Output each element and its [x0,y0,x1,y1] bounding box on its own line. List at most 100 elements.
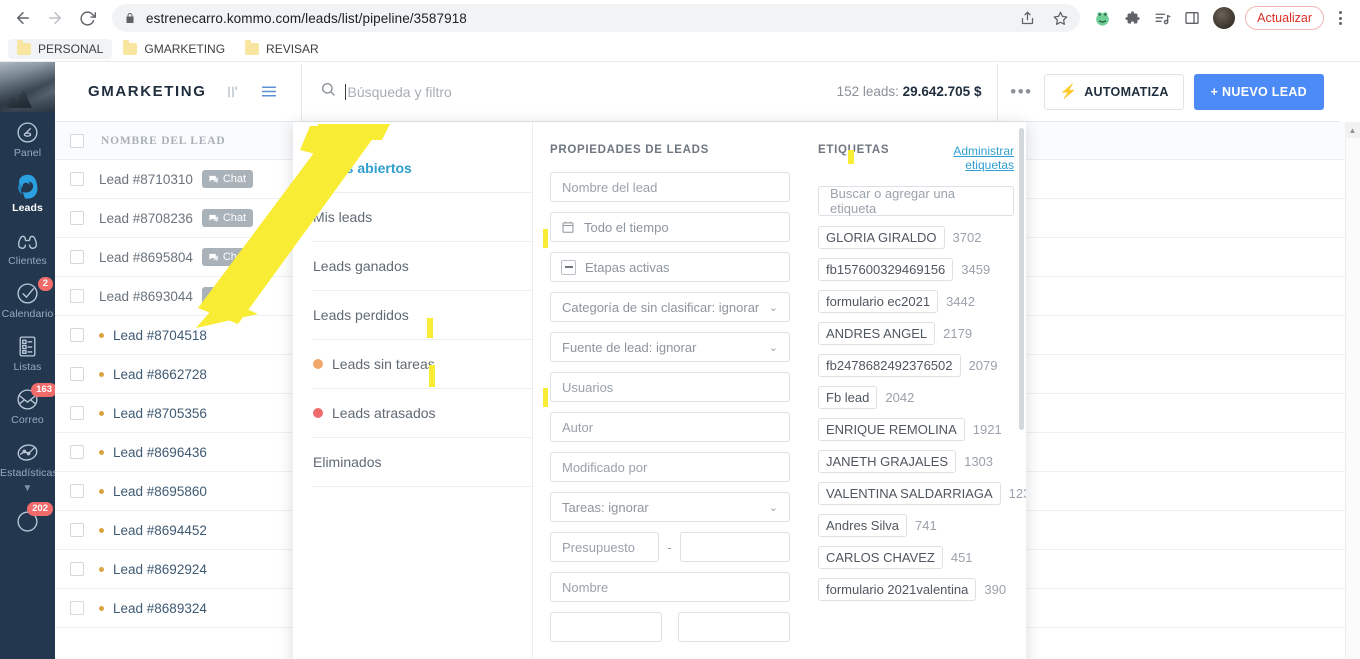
lead-link[interactable]: Lead #8662728 [113,367,207,382]
tag-chip[interactable]: Andres Silva [818,514,907,537]
budget-to-field[interactable] [679,532,790,562]
preset-leads-abiertos[interactable]: Leads abiertos [313,144,532,193]
contact-name-field[interactable]: Nombre [550,572,790,602]
automate-button[interactable]: ⚡ AUTOMATIZA [1044,73,1184,110]
tags-scrollbar[interactable] [1019,128,1024,430]
tag-row[interactable]: JANETH GRAJALES 1303 [818,450,1014,473]
tag-row[interactable]: fb2478682492376502 2079 [818,354,1014,377]
chat-badge[interactable]: Chat [201,287,254,305]
tag-chip[interactable]: formulario 2021valentina [818,578,977,601]
row-checkbox[interactable] [55,172,99,186]
tag-chip[interactable]: CARLOS CHAVEZ [818,546,943,569]
tag-chip[interactable]: fb2478682492376502 [818,354,961,377]
tag-search-input[interactable]: Buscar o agregar una etiqueta [818,186,1014,216]
lead-link[interactable]: Lead #8695804 [99,250,193,265]
tag-chip[interactable]: fb157600329469156 [818,258,954,281]
avatar[interactable] [1213,7,1236,29]
sidebar-item-panel[interactable]: Panel [0,112,55,165]
sidebar-item-bottom[interactable]: 202 [0,494,55,539]
vertical-scrollbar[interactable] [1345,122,1360,659]
share-icon[interactable] [1020,11,1035,26]
search-input[interactable]: Búsqueda y filtro [302,81,837,102]
pipeline-view-icon[interactable] [225,84,241,100]
tag-row[interactable]: Andres Silva 741 [818,514,1014,537]
extra-to-field[interactable] [677,612,790,642]
new-lead-button[interactable]: + NUEVO LEAD [1193,73,1324,110]
scroll-up-button[interactable]: ▲ [1345,122,1360,138]
budget-from-field[interactable]: Presupuesto [550,532,660,562]
lead-link[interactable]: Lead #8694452 [113,523,207,538]
update-button[interactable]: Actualizar [1245,6,1324,30]
sidebar-item-correo[interactable]: 163 Correo [0,379,55,432]
chat-badge[interactable]: Chat [201,170,254,188]
modified-by-field[interactable]: Modificado por [550,452,790,482]
tag-row[interactable]: Fb lead 2042 [818,386,1014,409]
manage-tags-link[interactable]: Administrar etiquetas [942,144,1014,172]
kebab-menu-icon[interactable] [1328,4,1352,32]
row-checkbox[interactable] [55,523,99,537]
row-checkbox[interactable] [55,211,99,225]
tag-chip[interactable]: JANETH GRAJALES [818,450,957,473]
lead-link[interactable]: Lead #8692924 [113,562,207,577]
tag-chip[interactable]: VALENTINA SALDARRIAGA [818,482,1001,505]
row-checkbox[interactable] [55,250,99,264]
chat-badge[interactable]: Chat [201,209,254,227]
row-checkbox[interactable] [55,367,99,381]
lead-link[interactable]: Lead #8695860 [113,484,207,499]
preset-leads-ganados[interactable]: Leads ganados [313,242,532,291]
sidebar-item-estadisticas[interactable]: Estadísticas [0,432,55,485]
preset-leads-perdidos[interactable]: Leads perdidos [313,291,532,340]
lead-name-field[interactable]: Nombre del lead [550,172,790,202]
lead-link[interactable]: Lead #8689324 [113,601,207,616]
row-checkbox[interactable] [55,445,99,459]
tag-row[interactable]: ANDRES ANGEL 2179 [818,322,1014,345]
extra-from-field[interactable] [550,612,662,642]
sidebar-item-calendario[interactable]: 2 Calendario [0,273,55,326]
sidebar-item-listas[interactable]: Listas [0,326,55,379]
reload-icon[interactable] [72,3,102,33]
tag-row[interactable]: GLORIA GIRALDO 3702 [818,226,1014,249]
tag-row[interactable]: ENRIQUE REMOLINA 1921 [818,418,1014,441]
preset-eliminados[interactable]: Eliminados [313,438,532,487]
users-field[interactable]: Usuarios [550,372,790,402]
period-field[interactable]: Todo el tiempo [550,212,790,242]
row-checkbox[interactable] [55,601,99,615]
back-arrow-icon[interactable] [8,3,38,33]
row-checkbox[interactable] [55,406,99,420]
sidebar-item-leads[interactable]: Leads [0,165,55,220]
lead-link[interactable]: Lead #8710310 [99,172,193,187]
tag-row[interactable]: VALENTINA SALDARRIAGA 1236 [818,482,1026,505]
select-all-checkbox[interactable] [55,133,99,148]
tag-row[interactable]: fb157600329469156 3459 [818,258,1014,281]
star-icon[interactable] [1053,11,1068,26]
tag-chip[interactable]: GLORIA GIRALDO [818,226,945,249]
author-field[interactable]: Autor [550,412,790,442]
sidebar-item-clientes[interactable]: Clientes [0,220,55,273]
lead-link[interactable]: Lead #8705356 [113,406,207,421]
list-view-icon[interactable] [259,83,279,100]
category-select[interactable]: Categoría de sin clasificar: ignorar ⌄ [550,292,790,322]
tag-chip[interactable]: Fb lead [818,386,878,409]
stages-field[interactable]: Etapas activas [550,252,790,282]
tag-row[interactable]: CARLOS CHAVEZ 451 [818,546,1014,569]
lead-link[interactable]: Lead #8704518 [113,328,207,343]
preset-mis-leads[interactable]: Mis leads [313,193,532,242]
tag-chip[interactable]: formulario ec2021 [818,290,939,313]
playlist-icon[interactable] [1148,4,1176,32]
bookmark-gmarketing[interactable]: GMARKETING [114,39,234,59]
chat-badge[interactable]: Chat [201,248,254,266]
bookmark-personal[interactable]: PERSONAL [8,38,113,59]
bookmark-revisar[interactable]: REVISAR [236,39,328,59]
lead-link[interactable]: Lead #8693044 [99,289,193,304]
row-checkbox[interactable] [55,484,99,498]
tasks-select[interactable]: Tareas: ignorar ⌄ [550,492,790,522]
source-select[interactable]: Fuente de lead: ignorar ⌄ [550,332,790,362]
forward-arrow-icon[interactable] [40,3,70,33]
more-options-button[interactable]: ••• [998,82,1044,102]
frog-extension-icon[interactable] [1088,4,1116,32]
preset-leads-atrasados[interactable]: Leads atrasados [313,389,532,438]
tag-chip[interactable]: ANDRES ANGEL [818,322,936,345]
row-checkbox[interactable] [55,562,99,576]
tag-row[interactable]: formulario 2021valentina 390 [818,578,1014,601]
lead-link[interactable]: Lead #8696436 [113,445,207,460]
